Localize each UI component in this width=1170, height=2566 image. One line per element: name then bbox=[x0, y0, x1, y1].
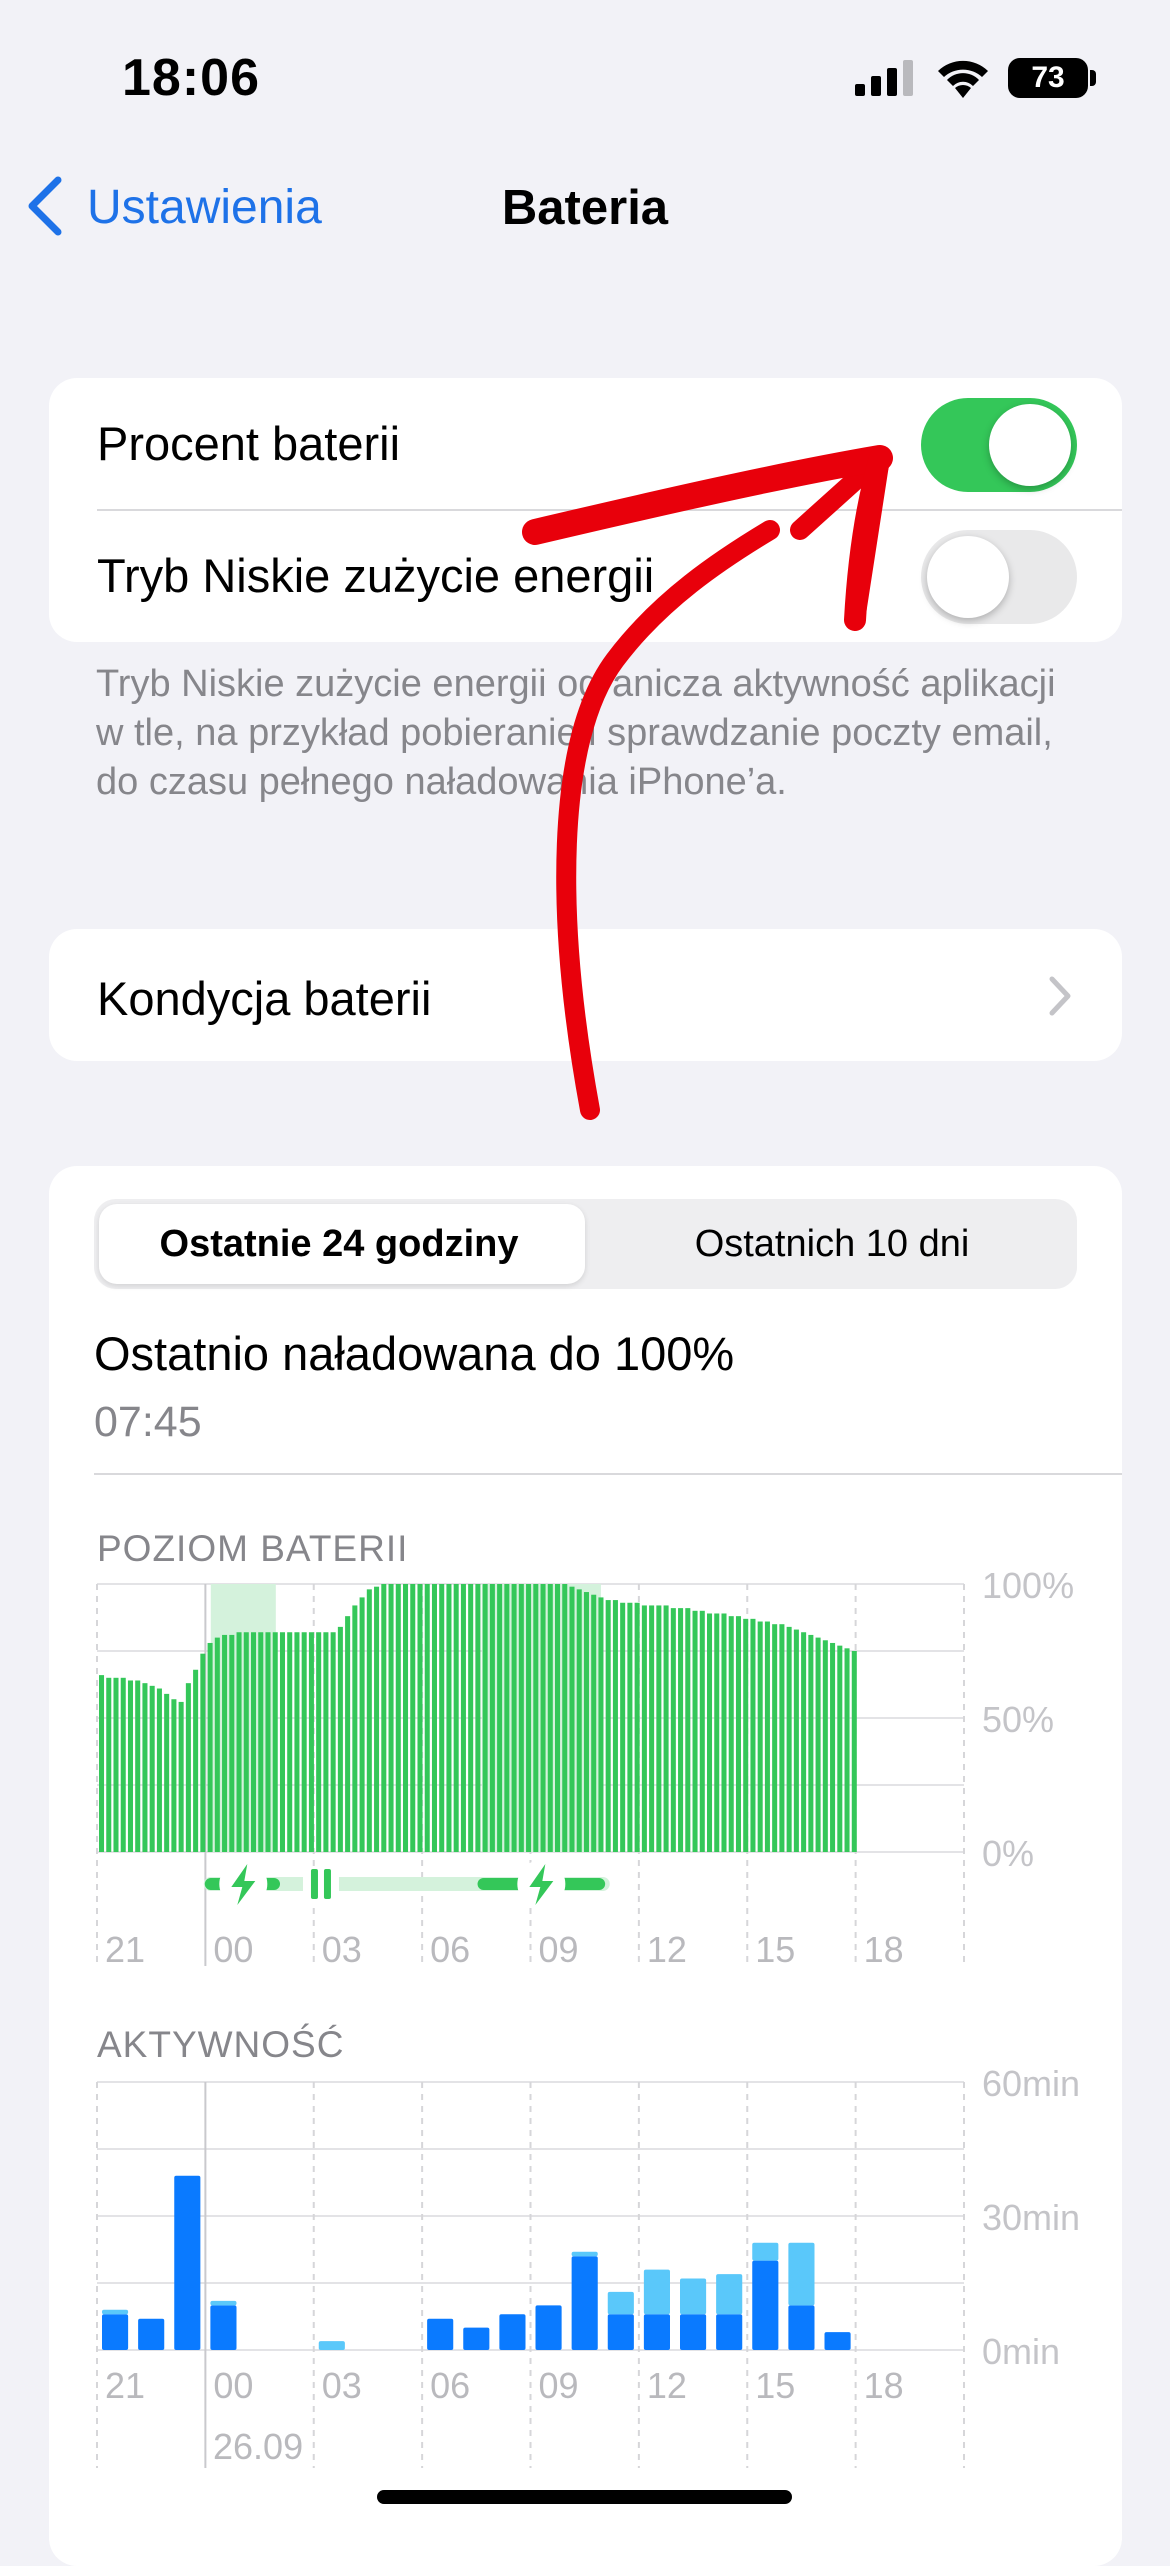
activity-bar-screen-on bbox=[535, 2305, 562, 2350]
activity-bar-screen-off bbox=[643, 2269, 670, 2315]
activity-bar-screen-on bbox=[716, 2314, 743, 2350]
x-axis-label: 21 bbox=[105, 2365, 145, 2406]
activity-bar-screen-off bbox=[102, 2309, 129, 2315]
y-axis-label: 30min bbox=[982, 2197, 1080, 2238]
home-indicator bbox=[377, 2490, 792, 2504]
activity-bar-screen-off bbox=[571, 2251, 598, 2257]
battery-usage-card: Ostatnie 24 godziny Ostatnich 10 dni Ost… bbox=[49, 1166, 1122, 2566]
x-axis-label: 00 bbox=[213, 2365, 253, 2406]
activity-bar-screen-on bbox=[138, 2318, 165, 2350]
x-axis-label: 18 bbox=[864, 2365, 904, 2406]
x-axis-label: 06 bbox=[430, 2365, 470, 2406]
activity-bar-screen-on bbox=[824, 2332, 851, 2350]
activity-bar-screen-on bbox=[174, 2175, 201, 2350]
activity-bar-screen-off bbox=[318, 2341, 345, 2350]
activity-bar-screen-on bbox=[427, 2318, 454, 2350]
activity-bar-screen-off bbox=[752, 2242, 779, 2261]
x-axis-label: 03 bbox=[322, 2365, 362, 2406]
x-axis-label: 12 bbox=[647, 2365, 687, 2406]
activity-bar-screen-on bbox=[607, 2314, 634, 2350]
activity-bar-screen-on bbox=[571, 2256, 598, 2350]
red-arrow-annotation bbox=[522, 445, 893, 1120]
activity-bar-screen-off bbox=[788, 2242, 815, 2306]
activity-bar-screen-on bbox=[210, 2305, 237, 2350]
activity-bar-screen-off bbox=[607, 2291, 634, 2315]
activity-bar-screen-on bbox=[499, 2314, 526, 2350]
activity-chart: 60min 30min 0min 21 00 03 06 09 12 15 18 bbox=[96, 2063, 1080, 2468]
date-label: 26.09 bbox=[213, 2426, 304, 2467]
activity-bar-screen-on bbox=[643, 2314, 670, 2350]
activity-bar-screen-off bbox=[210, 2300, 237, 2306]
y-axis-label: 0min bbox=[982, 2331, 1060, 2372]
activity-bar-screen-on bbox=[463, 2327, 490, 2350]
x-axis-label: 09 bbox=[539, 2365, 579, 2406]
y-axis-label: 60min bbox=[982, 2063, 1080, 2104]
activity-bar-screen-on bbox=[102, 2314, 129, 2350]
x-axis-label: 15 bbox=[755, 2365, 795, 2406]
activity-bar-screen-off bbox=[716, 2274, 743, 2315]
activity-bar-screen-off bbox=[680, 2278, 707, 2315]
activity-bar-screen-on bbox=[788, 2305, 815, 2350]
activity-bar-screen-on bbox=[752, 2260, 779, 2350]
activity-bar-screen-on bbox=[680, 2314, 707, 2350]
